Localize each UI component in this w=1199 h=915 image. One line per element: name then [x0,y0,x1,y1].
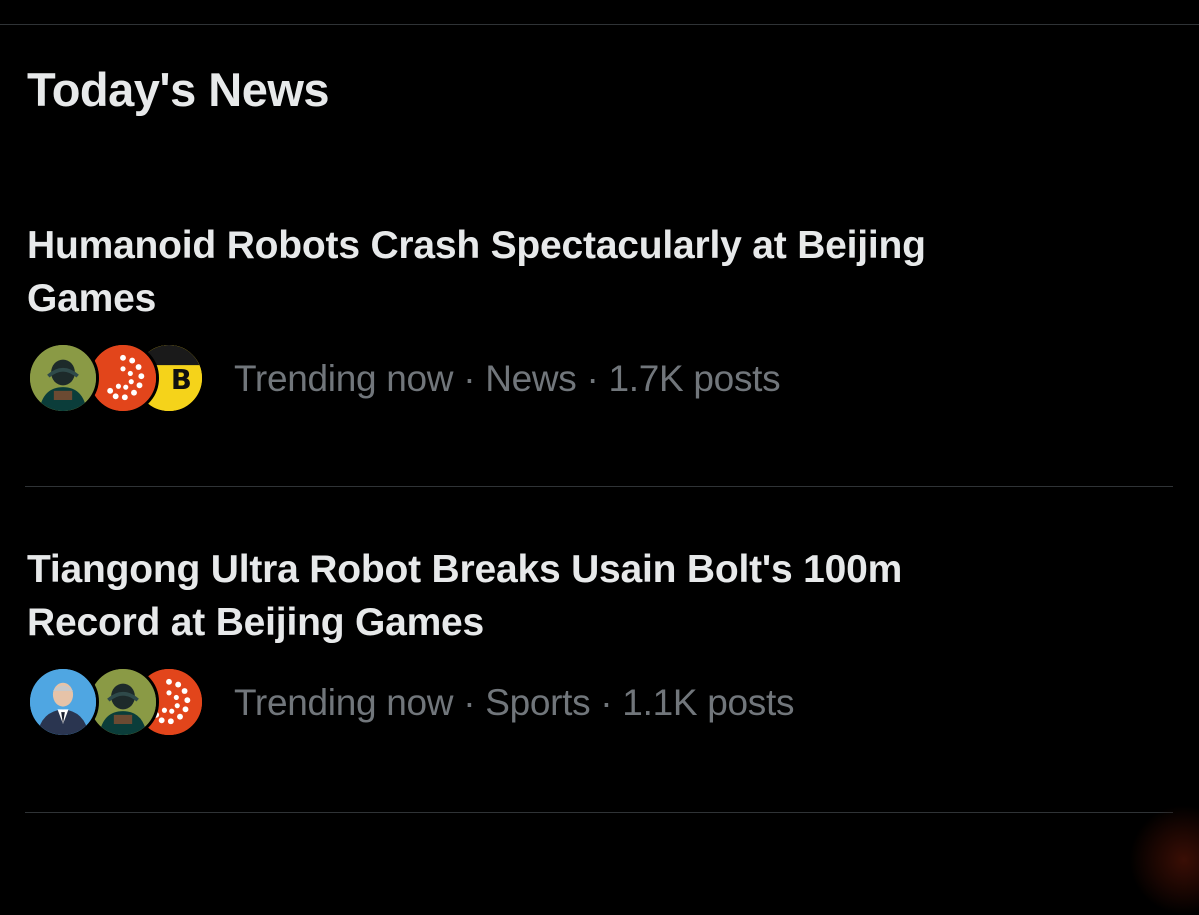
news-divider [25,812,1173,813]
news-item-robots-crash[interactable]: Humanoid Robots Crash Spectacularly at B… [27,219,1167,419]
man-in-suit-avatar [27,666,99,738]
svg-text:B: B [171,364,192,396]
news-item-tiangong-record[interactable]: Tiangong Ultra Robot Breaks Usain Bolt's… [27,543,1167,743]
corner-glow [1129,805,1199,915]
section-title: Today's News [27,63,330,116]
top-divider [0,24,1199,25]
news-meta-text: Trending now · News · 1.7K posts [234,358,781,399]
news-meta-row: Trending now · Sports · 1.1K posts [27,663,1167,743]
news-headline[interactable]: Humanoid Robots Crash Spectacularly at B… [27,219,1037,325]
news-meta-row: B Trending now · News · 1.7K posts [27,339,1167,419]
news-meta-text: Trending now · Sports · 1.1K posts [234,682,795,723]
avatar-stack [27,663,207,743]
avatar-stack: B [27,339,207,419]
player-avatar [27,342,99,414]
news-divider [25,486,1173,487]
news-headline[interactable]: Tiangong Ultra Robot Breaks Usain Bolt's… [27,543,1037,649]
